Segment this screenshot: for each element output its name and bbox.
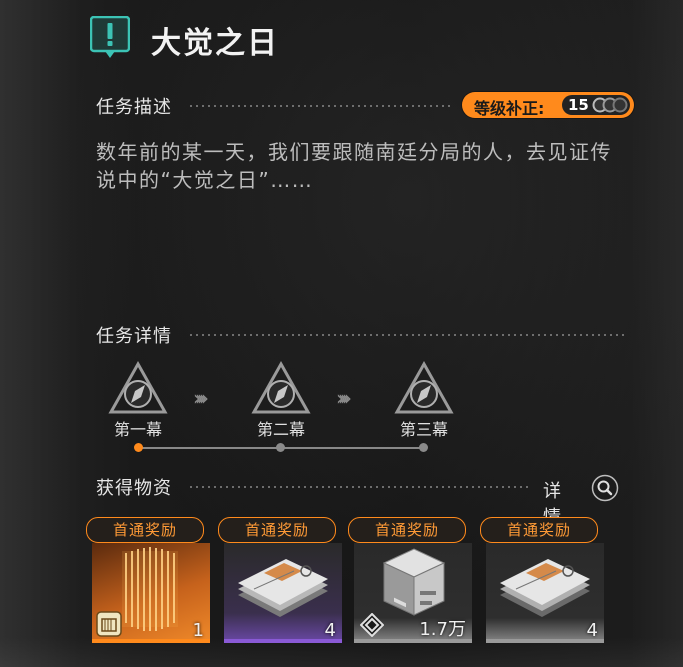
background-left-panel (0, 0, 80, 667)
act-3-label: 第三幕 (399, 420, 448, 439)
reward-count: 4 (586, 620, 598, 641)
level-coins-icon (592, 97, 628, 113)
act-2[interactable]: 第二幕 (236, 360, 326, 440)
description-line-1: 数年前的某一天，我们要跟随南廷分局的人，去见证传 (96, 140, 612, 164)
background-right-panel (630, 0, 683, 667)
reward-item[interactable]: 首通奖励 4 (480, 517, 604, 643)
description-heading: 任务描述 (96, 97, 172, 118)
act-2-node (276, 443, 285, 452)
first-clear-tag: 首通奖励 (480, 517, 598, 543)
diamond-currency-icon (360, 613, 384, 637)
exclamation-alert-icon (90, 16, 130, 58)
compass-triangle-icon (251, 360, 311, 414)
act-3-node (419, 443, 428, 452)
reward-item[interactable]: 首通奖励 1.7万 (348, 517, 472, 643)
stack-cards-icon (96, 611, 122, 637)
chevron-right-icon: ››››› (336, 386, 352, 410)
mission-description: 数年前的某一天，我们要跟随南廷分局的人，去见证传 说中的“大觉之日”…… (96, 138, 666, 194)
description-divider (188, 105, 453, 107)
reward-item[interactable]: 首通奖励 4 (218, 517, 342, 643)
first-clear-tag: 首通奖励 (348, 517, 466, 543)
first-clear-tag: 首通奖励 (86, 517, 204, 543)
reward-count: 1 (192, 620, 204, 641)
compass-triangle-icon (108, 360, 168, 414)
rewards-heading: 获得物资 (96, 478, 172, 499)
details-heading: 任务详情 (96, 326, 172, 347)
level-correction-label: 等级补正: (474, 99, 545, 118)
reward-count: 4 (324, 620, 336, 641)
reward-card: 4 (224, 543, 342, 643)
reward-card: 1.7万 (354, 543, 472, 643)
description-line-2: 说中的“大觉之日”…… (96, 168, 314, 192)
act-1[interactable]: 第一幕 (93, 360, 183, 440)
compass-triangle-icon (394, 360, 454, 414)
reward-card: 4 (486, 543, 604, 643)
act-2-label: 第二幕 (256, 420, 305, 439)
first-clear-tag: 首通奖励 (218, 517, 336, 543)
reward-count: 1.7万 (419, 619, 466, 640)
act-1-node (134, 443, 143, 452)
reward-item[interactable]: 首通奖励 1 (86, 517, 210, 643)
details-divider (188, 334, 628, 336)
act-3[interactable]: 第三幕 (379, 360, 469, 440)
search-icon (591, 474, 619, 502)
chevron-right-icon: ››››› (193, 386, 209, 410)
reward-card: 1 (92, 543, 210, 643)
level-correction-pill: 15 (562, 95, 630, 115)
level-correction-badge[interactable]: 等级补正: 15 (462, 92, 634, 118)
rewards-divider (188, 486, 528, 488)
act-1-label: 第一幕 (113, 420, 162, 439)
level-correction-value: 15 (568, 96, 589, 114)
mission-title: 大觉之日 (151, 26, 279, 61)
